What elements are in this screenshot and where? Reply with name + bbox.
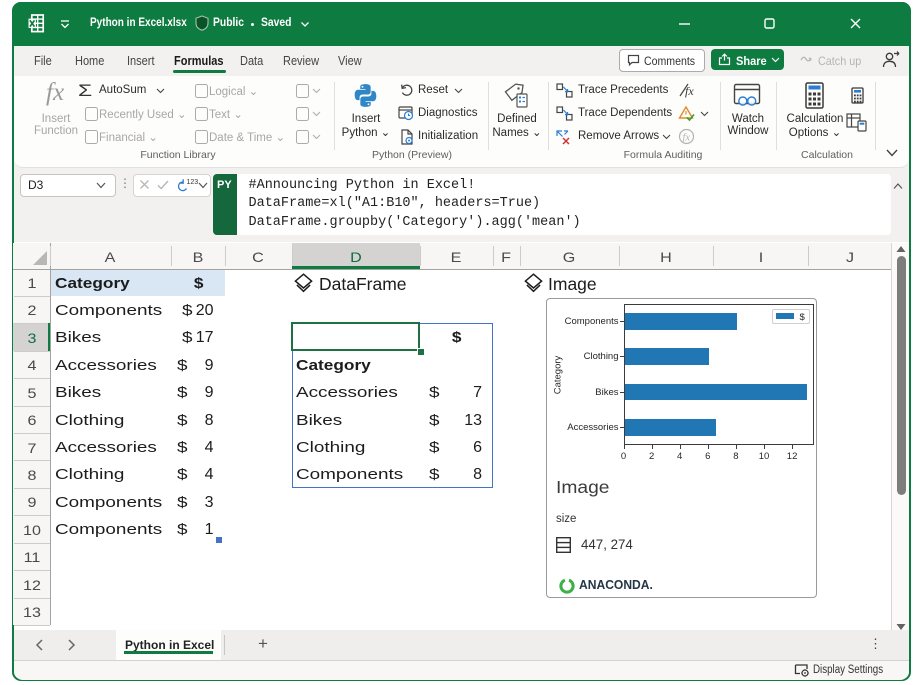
svg-text:123: 123 <box>187 179 199 186</box>
svg-text:fx: fx <box>683 133 691 144</box>
svg-text:fx: fx <box>685 84 694 98</box>
